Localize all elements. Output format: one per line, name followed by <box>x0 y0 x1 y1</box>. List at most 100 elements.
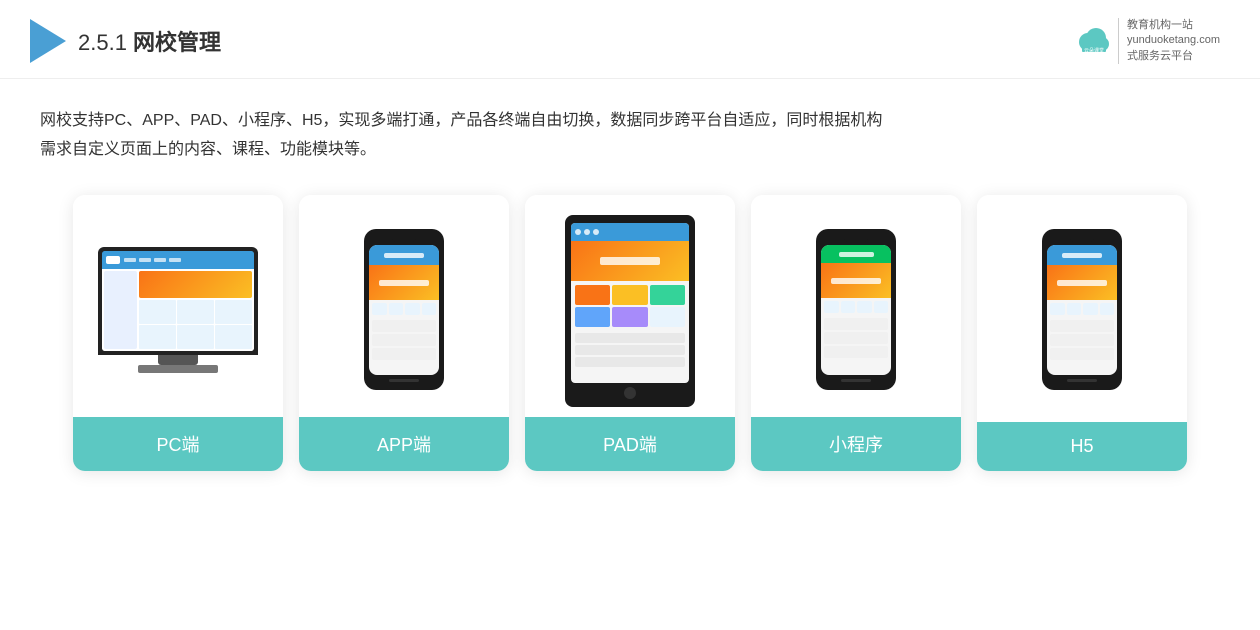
miniprogram-notch <box>844 237 868 242</box>
cloud-icon: 云朵课堂 <box>1074 22 1112 60</box>
header-right: 云朵课堂 教育机构一站 yunduoketang.com 式服务云平台 <box>1074 18 1220 64</box>
pc-nav-item <box>124 258 136 262</box>
pc-grid-item <box>215 300 252 324</box>
pc-nav-item <box>154 258 166 262</box>
wechat-course-item <box>824 346 888 358</box>
pad-home-button <box>624 387 636 399</box>
pc-label: PC端 <box>73 417 283 471</box>
device-card-h5: H5 <box>977 195 1187 471</box>
brand-url: yunduoketang.com <box>1127 33 1220 48</box>
pc-stand <box>158 355 198 365</box>
title-prefix: 2.5.1 <box>78 30 133 55</box>
pad-grid-item <box>612 285 647 305</box>
h5-label: H5 <box>977 422 1187 471</box>
device-card-app: APP端 <box>299 195 509 471</box>
wechat-course-item <box>824 332 888 344</box>
pad-label: PAD端 <box>525 417 735 471</box>
h5-course-item <box>1050 320 1114 332</box>
description-section: 网校支持PC、APP、PAD、小程序、H5，实现多端打通，产品各终端自由切换，数… <box>0 79 1260 175</box>
h5-screen-inner <box>1047 245 1117 375</box>
header: 2.5.1 网校管理 云朵课堂 教育机构一站 yunduoketang.com … <box>0 0 1260 79</box>
miniprogram-label: 小程序 <box>751 417 961 471</box>
h5-banner-text <box>1057 280 1107 286</box>
pc-nav-item <box>169 258 181 262</box>
phone-banner <box>369 265 439 300</box>
pad-nav-dot <box>584 229 590 235</box>
phone-banner-text <box>379 280 429 286</box>
pad-screen-inner <box>571 223 689 383</box>
device-card-pc: PC端 <box>73 195 283 471</box>
pad-row-item <box>575 345 685 355</box>
wechat-course-item <box>824 318 888 330</box>
wechat-outer <box>816 229 896 390</box>
svg-text:云朵课堂: 云朵课堂 <box>1084 47 1104 54</box>
pad-header <box>571 223 689 241</box>
phone-course-item <box>372 348 436 360</box>
pc-sidebar <box>104 271 137 349</box>
pc-main <box>139 271 252 349</box>
pad-grid <box>571 281 689 331</box>
pc-nav-bar <box>102 251 254 269</box>
phone-screen <box>369 245 439 375</box>
miniprogram-image-area <box>751 195 961 415</box>
pad-banner <box>571 241 689 281</box>
title-bold: 网校管理 <box>133 30 221 55</box>
h5-phone-outer <box>1042 229 1122 390</box>
pc-base <box>138 365 218 373</box>
pad-rows <box>571 331 689 383</box>
pad-device-visual <box>565 215 695 407</box>
phone-course-item <box>372 334 436 346</box>
pc-content <box>102 269 254 351</box>
phone-notch <box>392 237 416 242</box>
h5-icon-item <box>1083 303 1098 315</box>
cards-section: PC端 <box>0 175 1260 501</box>
h5-course-item <box>1050 334 1114 346</box>
desc-line1: 网校支持PC、APP、PAD、小程序、H5，实现多端打通，产品各终端自由切换，数… <box>40 112 882 129</box>
h5-icon-item <box>1067 303 1082 315</box>
wechat-header <box>821 245 891 263</box>
app-label: APP端 <box>299 417 509 471</box>
wechat-header-text <box>839 252 874 257</box>
pad-banner-text <box>600 257 660 265</box>
pc-grid-item <box>177 325 214 349</box>
brand-logo: 云朵课堂 教育机构一站 yunduoketang.com 式服务云平台 <box>1074 18 1220 64</box>
h5-image-area <box>977 195 1187 415</box>
h5-banner <box>1047 265 1117 300</box>
pad-grid-item <box>612 307 647 327</box>
header-left: 2.5.1 网校管理 <box>30 19 221 63</box>
h5-course-item <box>1050 348 1114 360</box>
brand-tagline-2: 式服务云平台 <box>1127 49 1220 64</box>
wechat-screen-inner <box>821 245 891 375</box>
pc-grid-item <box>215 325 252 349</box>
logo-triangle-icon <box>30 19 66 63</box>
phone-icon-item <box>389 303 404 315</box>
wechat-banner-text <box>831 278 881 284</box>
pc-grid <box>139 300 252 349</box>
pad-grid-item <box>650 285 685 305</box>
app-device-visual <box>364 229 444 390</box>
wechat-courses <box>821 316 891 375</box>
pc-nav-item <box>139 258 151 262</box>
pad-nav-dot <box>575 229 581 235</box>
phone-header-text <box>384 253 424 258</box>
pc-image-area <box>73 195 283 415</box>
h5-courses <box>1047 318 1117 375</box>
pad-nav-dot <box>593 229 599 235</box>
page-container: 2.5.1 网校管理 云朵课堂 教育机构一站 yunduoketang.com … <box>0 0 1260 630</box>
brand-tagline-1: 教育机构一站 <box>1127 18 1220 33</box>
wechat-icons <box>821 298 891 316</box>
phone-courses <box>369 318 439 375</box>
h5-screen <box>1047 245 1117 375</box>
wechat-icon-item <box>857 301 872 313</box>
miniprogram-home-bar <box>841 379 871 382</box>
pc-grid-item <box>177 300 214 324</box>
wechat-icon-item <box>824 301 839 313</box>
wechat-screen <box>821 245 891 375</box>
pc-grid-item <box>139 300 176 324</box>
phone-icon-item <box>405 303 420 315</box>
phone-header <box>369 245 439 265</box>
h5-icon-item <box>1050 303 1065 315</box>
phone-icons <box>369 300 439 318</box>
app-image-area <box>299 195 509 415</box>
h5-header-text <box>1062 253 1102 258</box>
